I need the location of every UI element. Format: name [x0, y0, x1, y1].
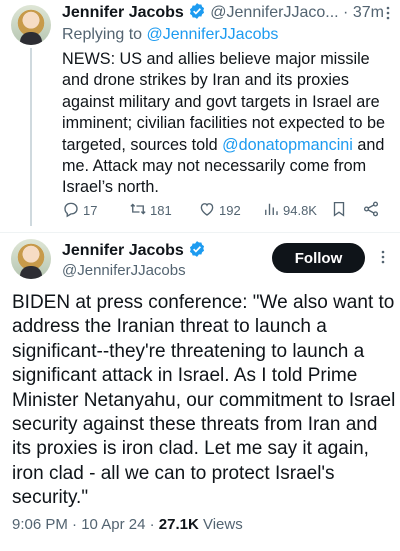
reply-author-handle[interactable]: @JenniferJJaco... — [210, 4, 338, 21]
reply-action-bar: 17 181 192 94.8K — [62, 200, 387, 222]
reply-author-name[interactable]: Jennifer Jacobs — [62, 4, 184, 21]
header-separator: · — [343, 4, 349, 21]
reply-author-avatar[interactable] — [11, 5, 51, 45]
main-author-avatar[interactable] — [11, 239, 51, 279]
verified-badge-icon — [188, 2, 206, 25]
thread-line — [30, 48, 32, 226]
views-count: 94.8K — [283, 203, 317, 218]
tweet-meta: 9:06 PM · 10 Apr 24 · 27.1K Views — [12, 516, 243, 533]
main-author-name[interactable]: Jennifer Jacobs — [62, 242, 184, 259]
views-total: 27.1K — [158, 516, 199, 533]
verified-badge-icon — [188, 240, 206, 263]
mention-link[interactable]: @donatopmancini — [222, 136, 353, 154]
bookmark-icon[interactable] — [330, 200, 351, 218]
more-icon[interactable] — [376, 250, 390, 269]
meta-dot: · — [72, 516, 78, 533]
reply-button[interactable]: 17 — [62, 200, 97, 221]
like-count: 192 — [219, 203, 241, 218]
follow-button[interactable]: Follow — [272, 243, 365, 273]
like-button[interactable]: 192 — [198, 200, 241, 221]
reply-tweet-text: NEWS: US and allies believe major missil… — [62, 49, 392, 199]
meta-dot: · — [149, 516, 155, 533]
views-label: Views — [202, 516, 243, 533]
reply-header: Jennifer Jacobs @JenniferJJaco... · 37m — [62, 2, 397, 25]
repost-count: 181 — [150, 203, 172, 218]
reply-time[interactable]: 37m — [353, 4, 384, 21]
replying-to-handle[interactable]: @JenniferJJacobs — [147, 26, 279, 43]
tweet-date[interactable]: 10 Apr 24 — [81, 516, 145, 533]
share-icon[interactable] — [362, 200, 383, 218]
tweet-time[interactable]: 9:06 PM — [12, 516, 68, 533]
main-tweet-text: BIDEN at press conference: "We also want… — [12, 292, 396, 509]
more-icon[interactable] — [381, 6, 395, 25]
reply-count: 17 — [83, 203, 98, 218]
repost-button[interactable]: 181 — [129, 200, 172, 221]
reply-icon — [62, 200, 83, 221]
like-icon — [198, 200, 219, 221]
views-icon — [262, 200, 283, 221]
divider — [0, 232, 400, 233]
main-author-handle[interactable]: @JenniferJJacobs — [62, 262, 186, 279]
repost-icon — [129, 200, 150, 221]
replying-to-line: Replying to @JenniferJJacobs — [62, 26, 278, 44]
main-author-name-row: Jennifer Jacobs — [62, 240, 206, 263]
views-button[interactable]: 94.8K — [262, 200, 317, 221]
replying-to-label: Replying to — [62, 26, 143, 43]
